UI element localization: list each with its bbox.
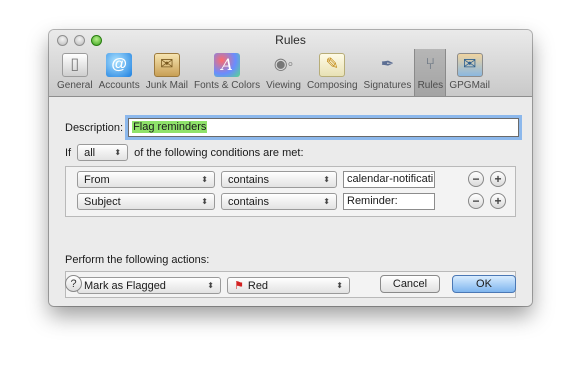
help-button[interactable]: ?: [65, 275, 82, 292]
condition-field-popup[interactable]: From ⬍: [77, 171, 215, 188]
fonts-colors-icon: A: [214, 53, 241, 77]
condition-operator-value: contains: [228, 195, 269, 208]
title-bar: Rules ▯ General @ Accounts ✉ Junk Mail A…: [49, 30, 532, 97]
general-icon: ▯: [61, 53, 88, 77]
toolbar-item-label: Composing: [306, 80, 358, 91]
toolbar-item-general[interactable]: ▯ General: [54, 49, 96, 96]
toolbar-item-label: Junk Mail: [145, 80, 188, 91]
window-title: Rules: [275, 33, 306, 47]
condition-operator-value: contains: [228, 173, 269, 186]
condition-operator-popup[interactable]: contains ⬍: [221, 171, 337, 188]
popup-arrows-icon: ⬍: [323, 197, 330, 206]
remove-condition-button[interactable]: −: [468, 193, 484, 209]
toolbar-item-label: GPGMail: [449, 80, 490, 91]
match-mode-popup[interactable]: all ⬍: [77, 144, 129, 161]
ok-button[interactable]: OK: [452, 275, 516, 293]
actions-list: Mark as Flagged ⬍ ⚑ Red ⬍ − +: [65, 271, 516, 298]
toolbar-item-junk-mail[interactable]: ✉ Junk Mail: [143, 49, 191, 96]
toolbar-item-label: Signatures: [363, 80, 412, 91]
conditions-list: From ⬍ contains ⬍ calendar-notificati − …: [65, 166, 516, 217]
popup-arrows-icon: ⬍: [201, 175, 208, 184]
toolbar-item-viewing[interactable]: ◉◦ Viewing: [263, 49, 304, 96]
remove-condition-button[interactable]: −: [468, 171, 484, 187]
condition-value-field[interactable]: calendar-notificati: [343, 171, 435, 188]
popup-arrows-icon: ⬍: [201, 197, 208, 206]
toolbar-item-label: General: [57, 80, 93, 91]
junk-mail-icon: ✉: [153, 53, 180, 77]
if-label: If: [65, 146, 72, 159]
description-label: Description:: [65, 121, 124, 134]
flag-color-value: Red: [247, 279, 269, 292]
popup-arrows-icon: ⬍: [114, 148, 122, 157]
conditions-suffix-label: of the following conditions are met:: [134, 146, 304, 159]
composing-icon: ✎: [319, 53, 346, 77]
condition-row: Subject ⬍ contains ⬍ Reminder:: [77, 192, 435, 211]
toolbar-item-fonts-colors[interactable]: A Fonts & Colors: [191, 49, 263, 96]
condition-field-popup[interactable]: Subject ⬍: [77, 193, 215, 210]
condition-value-field[interactable]: Reminder:: [343, 193, 435, 210]
action-row: Mark as Flagged ⬍ ⚑ Red ⬍: [77, 276, 350, 295]
description-row: Description: Flag reminders: [65, 118, 520, 137]
accounts-icon: @: [106, 53, 133, 77]
action-type-value: Mark as Flagged: [84, 279, 166, 292]
match-mode-value: all: [84, 146, 96, 159]
toolbar-item-label: Viewing: [266, 80, 301, 91]
toolbar-item-composing[interactable]: ✎ Composing: [304, 49, 361, 96]
toolbar-item-label: Rules: [417, 80, 444, 91]
signatures-icon: ✒: [380, 56, 395, 73]
toolbar-item-accounts[interactable]: @ Accounts: [96, 49, 143, 96]
toolbar-item-signatures[interactable]: ✒ Signatures: [361, 49, 415, 96]
toolbar-item-rules[interactable]: ⑂ Rules: [414, 49, 447, 96]
cancel-button[interactable]: Cancel: [380, 275, 440, 293]
condition-operator-popup[interactable]: contains ⬍: [221, 193, 337, 210]
red-flag-icon: ⚑: [234, 280, 244, 292]
toolbar-item-gpgmail[interactable]: ✉ GPGMail: [446, 49, 493, 96]
action-type-popup[interactable]: Mark as Flagged ⬍: [77, 277, 221, 294]
rules-window: Rules ▯ General @ Accounts ✉ Junk Mail A…: [49, 30, 532, 306]
description-field[interactable]: Flag reminders: [128, 118, 520, 137]
popup-arrows-icon: ⬍: [323, 175, 330, 184]
description-value: Flag reminders: [132, 121, 208, 133]
condition-field-value: Subject: [84, 195, 121, 208]
add-condition-button[interactable]: +: [490, 171, 506, 187]
toolbar-item-label: Accounts: [98, 80, 140, 91]
match-mode-row: If all ⬍ of the following conditions are…: [65, 144, 304, 161]
viewing-icon: ◉◦: [273, 56, 294, 73]
flag-color-popup[interactable]: ⚑ Red ⬍: [227, 277, 350, 294]
gpgmail-icon: ✉: [456, 53, 483, 77]
actions-label: Perform the following actions:: [65, 254, 210, 266]
popup-arrows-icon: ⬍: [207, 281, 214, 290]
add-condition-button[interactable]: +: [490, 193, 506, 209]
condition-row: From ⬍ contains ⬍ calendar-notificati: [77, 170, 435, 189]
condition-field-value: From: [84, 173, 110, 186]
toolbar-item-label: Fonts & Colors: [193, 80, 261, 91]
popup-arrows-icon: ⬍: [336, 281, 343, 290]
rules-icon: ⑂: [425, 56, 436, 73]
preferences-toolbar: ▯ General @ Accounts ✉ Junk Mail A Fonts…: [54, 49, 493, 96]
